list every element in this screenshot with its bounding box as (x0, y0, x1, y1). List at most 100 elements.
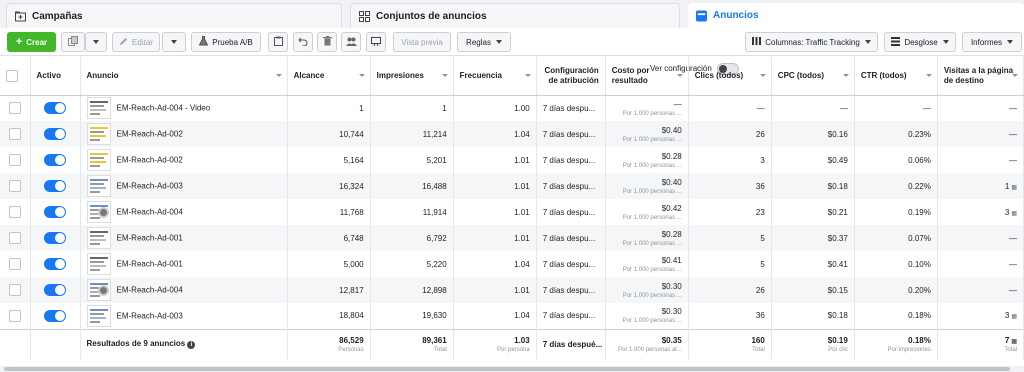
table-row[interactable]: EM-Reach-Ad-003 18,804 19,630 1.04 7 días de… (0, 303, 1024, 329)
col-cpc[interactable]: CPC (todos) (771, 57, 855, 96)
ad-name-cell[interactable]: EM-Reach-Ad-001 (80, 225, 288, 251)
row-checkbox[interactable] (8, 284, 21, 296)
people-button[interactable] (341, 32, 361, 52)
breakdown-button[interactable]: Desglose (884, 32, 956, 52)
preview-icon-button[interactable] (366, 32, 386, 52)
row-active-cell[interactable] (30, 277, 81, 303)
ad-name-cell[interactable]: EM-Reach-Ad-002 (80, 147, 288, 173)
col-ad[interactable]: Anuncio (80, 57, 288, 96)
tab-adsets[interactable]: Conjuntos de anuncios (350, 3, 680, 28)
preview-button[interactable]: Vista previa (393, 32, 451, 52)
ad-thumbnail[interactable] (86, 279, 111, 301)
chevron-down-icon[interactable] (524, 74, 531, 77)
col-cost-per-result[interactable]: Costo por resultado (605, 57, 689, 96)
col-impressions[interactable]: Impresiones (370, 57, 454, 96)
ab-test-button[interactable]: Prueba A/B (191, 32, 261, 52)
row-active-cell[interactable] (30, 199, 81, 225)
active-toggle[interactable] (44, 284, 66, 296)
table-row[interactable]: EM-Reach-Ad-002 10,744 11,214 1.04 7 días de… (0, 121, 1024, 147)
ad-thumbnail[interactable] (86, 123, 111, 145)
table-row[interactable]: EM-Reach-Ad-003 16,324 16,488 1.01 7 días de… (0, 173, 1024, 199)
active-toggle[interactable] (44, 309, 66, 322)
info-icon[interactable]: i (187, 341, 196, 350)
active-toggle[interactable] (44, 180, 66, 192)
chevron-down-icon[interactable] (441, 74, 448, 77)
chart-icon[interactable]: ▦ (1011, 339, 1017, 345)
undo-button[interactable] (293, 32, 313, 52)
select-all-checkbox[interactable] (6, 69, 18, 82)
clipboard-button[interactable] (268, 32, 288, 52)
tab-campaigns[interactable]: Campañas (6, 3, 342, 28)
row-checkbox[interactable] (8, 258, 21, 270)
row-checkbox[interactable] (8, 180, 21, 192)
ad-thumbnail[interactable] (86, 304, 111, 327)
table-row[interactable]: EM-Reach-Ad-002 5,164 5,201 1.01 7 días desp… (0, 147, 1024, 173)
ad-thumbnail[interactable] (86, 97, 111, 120)
row-checkbox[interactable] (8, 206, 21, 218)
col-attribution[interactable]: Configuración de atribución (536, 57, 606, 96)
duplicate-button[interactable] (61, 32, 85, 52)
ad-thumbnail[interactable] (86, 201, 111, 223)
columns-button[interactable]: Columnas: Traffic Tracking (745, 32, 878, 52)
ad-thumbnail[interactable] (86, 253, 111, 275)
col-clicks[interactable]: Clics (todos) (688, 57, 772, 96)
row-select-cell[interactable] (0, 121, 31, 147)
ad-name[interactable]: EM-Reach-Ad-002 (117, 156, 183, 165)
row-active-cell[interactable] (30, 95, 81, 121)
scrollbar-thumb[interactable] (4, 367, 1010, 371)
edit-button[interactable]: Editar (112, 32, 160, 52)
col-frequency[interactable]: Frecuencia (453, 57, 537, 96)
table-row[interactable]: EM-Reach-Ad-004 11,768 11,914 1.01 7 días de… (0, 199, 1024, 225)
row-active-cell[interactable] (30, 147, 81, 173)
ad-thumbnail[interactable] (86, 149, 111, 171)
row-checkbox[interactable] (8, 232, 21, 244)
ad-name-cell[interactable]: EM-Reach-Ad-004 (80, 277, 288, 303)
reports-button[interactable]: Informes (962, 32, 1022, 52)
rules-button[interactable]: Reglas (457, 32, 511, 52)
ad-name-cell[interactable]: EM-Reach-Ad-003 (80, 173, 288, 199)
table-row[interactable]: EM-Reach-Ad-004 - Video 1 1 1.00 7 días desp… (0, 95, 1024, 121)
ad-name-cell[interactable]: EM-Reach-Ad-003 (80, 303, 288, 329)
chevron-down-icon[interactable] (1012, 74, 1018, 77)
table-row[interactable]: EM-Reach-Ad-001 5,000 5,220 1.04 7 días desp… (0, 251, 1024, 277)
row-active-cell[interactable] (30, 121, 81, 147)
row-select-cell[interactable] (0, 147, 31, 173)
ad-name-cell[interactable]: EM-Reach-Ad-004 - Video (80, 95, 288, 121)
col-active[interactable]: Activo (30, 57, 81, 96)
row-active-cell[interactable] (30, 225, 81, 251)
table-row[interactable]: EM-Reach-Ad-001 6,748 6,792 1.01 7 días desp… (0, 225, 1024, 251)
row-select-cell[interactable] (0, 199, 31, 225)
duplicate-dropdown[interactable] (85, 32, 107, 52)
ad-name-cell[interactable]: EM-Reach-Ad-002 (80, 121, 288, 147)
ad-name[interactable]: EM-Reach-Ad-001 (117, 234, 183, 243)
row-checkbox[interactable] (8, 309, 21, 322)
ad-name[interactable]: EM-Reach-Ad-003 (117, 182, 183, 191)
row-select-cell[interactable] (0, 225, 31, 251)
tab-ads[interactable]: Anuncios (688, 3, 1024, 28)
row-select-cell[interactable] (0, 95, 31, 121)
active-toggle[interactable] (44, 206, 66, 218)
ad-name[interactable]: EM-Reach-Ad-002 (117, 130, 183, 139)
chart-icon[interactable]: ▦ (1011, 185, 1017, 191)
chart-icon[interactable]: ▦ (1011, 211, 1017, 217)
chevron-down-icon[interactable] (925, 74, 932, 77)
ad-name[interactable]: EM-Reach-Ad-004 (117, 286, 183, 295)
ad-thumbnail[interactable] (86, 227, 111, 249)
row-select-cell[interactable] (0, 277, 31, 303)
row-checkbox[interactable] (8, 128, 21, 140)
active-toggle[interactable] (44, 258, 66, 270)
chevron-down-icon[interactable] (358, 74, 365, 77)
col-reach[interactable]: Alcance (287, 57, 371, 96)
row-select-cell[interactable] (0, 173, 31, 199)
chevron-down-icon[interactable] (676, 74, 683, 77)
select-all-header[interactable] (0, 57, 31, 96)
chevron-down-icon[interactable] (759, 74, 766, 77)
active-toggle[interactable] (44, 232, 66, 244)
create-button[interactable]: + Crear (7, 32, 56, 52)
row-select-cell[interactable] (0, 303, 31, 329)
ad-name-cell[interactable]: EM-Reach-Ad-001 (80, 251, 288, 277)
ad-name-cell[interactable]: EM-Reach-Ad-004 (80, 199, 288, 225)
active-toggle[interactable] (44, 154, 66, 166)
edit-dropdown[interactable] (162, 32, 186, 52)
delete-button[interactable] (317, 32, 337, 52)
